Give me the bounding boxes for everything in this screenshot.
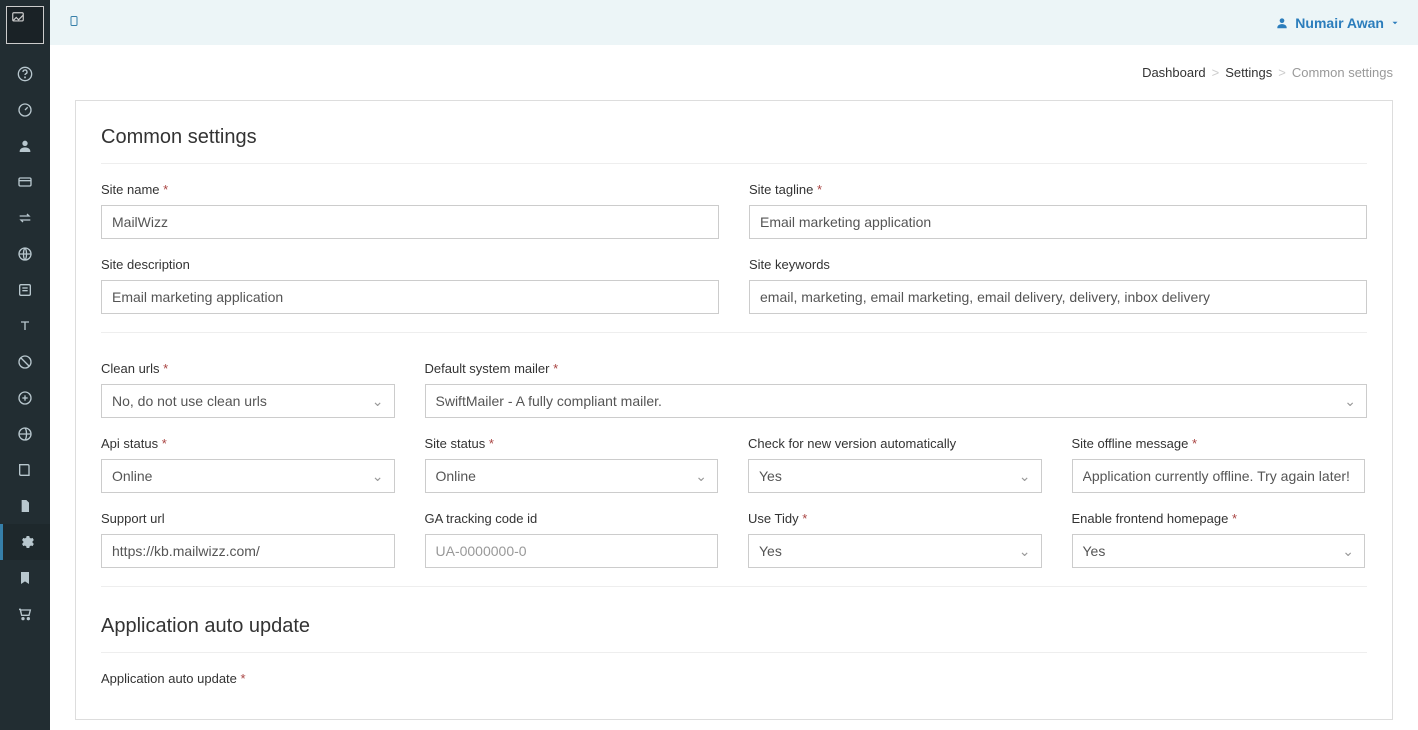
label-check-version: Check for new version automatically xyxy=(748,436,1042,451)
chevron-down-icon: ⌄ xyxy=(1019,468,1031,485)
label-ga-tracking: GA tracking code id xyxy=(425,511,719,526)
label-auto-update: Application auto update * xyxy=(101,671,1367,686)
user-name: Numair Awan xyxy=(1295,15,1384,31)
sidebar-item-globe2[interactable] xyxy=(0,416,50,452)
input-site-tagline[interactable] xyxy=(749,205,1367,239)
sidebar-item-dashboard[interactable] xyxy=(0,92,50,128)
select-use-tidy[interactable]: Yes ⌄ xyxy=(748,534,1042,568)
chevron-down-icon: ⌄ xyxy=(372,468,384,485)
sidebar-item-cart[interactable] xyxy=(0,596,50,632)
select-check-version[interactable]: Yes ⌄ xyxy=(748,459,1042,493)
chevron-down-icon: ⌄ xyxy=(695,468,707,485)
app-logo[interactable] xyxy=(6,6,44,44)
select-default-mailer[interactable]: SwiftMailer - A fully compliant mailer. … xyxy=(425,384,1368,418)
input-site-keywords[interactable] xyxy=(749,280,1367,314)
sidebar-item-book[interactable] xyxy=(0,452,50,488)
label-default-mailer: Default system mailer * xyxy=(425,361,1368,376)
section-title-auto-update: Application auto update xyxy=(101,615,1367,638)
label-offline-msg: Site offline message * xyxy=(1072,436,1366,451)
topbar: Numair Awan xyxy=(50,0,1418,45)
label-site-tagline: Site tagline * xyxy=(749,182,1367,197)
chevron-down-icon: ⌄ xyxy=(1019,543,1031,560)
label-site-name: Site name * xyxy=(101,182,719,197)
sidebar-item-help[interactable] xyxy=(0,56,50,92)
chevron-down-icon: ⌄ xyxy=(1342,543,1354,560)
chevron-down-icon: ⌄ xyxy=(372,393,384,410)
sidebar-item-card[interactable] xyxy=(0,164,50,200)
label-support-url: Support url xyxy=(101,511,395,526)
select-api-status[interactable]: Online ⌄ xyxy=(101,459,395,493)
topbar-toggle[interactable] xyxy=(68,14,80,31)
chevron-down-icon xyxy=(1390,18,1400,28)
sidebar-item-transfer[interactable] xyxy=(0,200,50,236)
input-support-url[interactable] xyxy=(101,534,395,568)
label-api-status: Api status * xyxy=(101,436,395,451)
select-clean-urls[interactable]: No, do not use clean urls ⌄ xyxy=(101,384,395,418)
sidebar-item-bookmark[interactable] xyxy=(0,560,50,596)
sidebar-item-file[interactable] xyxy=(0,488,50,524)
sidebar-item-settings[interactable] xyxy=(0,524,50,560)
sidebar-item-globe[interactable] xyxy=(0,236,50,272)
settings-panel: Common settings Site name * Site tagline… xyxy=(75,100,1393,720)
section-title-common: Common settings xyxy=(101,126,1367,149)
select-site-status[interactable]: Online ⌄ xyxy=(425,459,719,493)
sidebar-item-text[interactable] xyxy=(0,308,50,344)
sidebar-item-add[interactable] xyxy=(0,380,50,416)
input-offline-msg[interactable] xyxy=(1072,459,1366,493)
chevron-down-icon: ⌄ xyxy=(1344,393,1356,410)
sidebar-item-list[interactable] xyxy=(0,272,50,308)
sidebar-item-block[interactable] xyxy=(0,344,50,380)
label-site-description: Site description xyxy=(101,257,719,272)
sidebar xyxy=(0,0,50,730)
breadcrumb-dashboard[interactable]: Dashboard xyxy=(1142,65,1206,80)
label-site-keywords: Site keywords xyxy=(749,257,1367,272)
label-use-tidy: Use Tidy * xyxy=(748,511,1042,526)
breadcrumb: Dashboard > Settings > Common settings xyxy=(50,45,1418,100)
label-frontend-home: Enable frontend homepage * xyxy=(1072,511,1366,526)
label-clean-urls: Clean urls * xyxy=(101,361,395,376)
user-icon xyxy=(1275,16,1289,30)
input-ga-tracking[interactable] xyxy=(425,534,719,568)
breadcrumb-settings[interactable]: Settings xyxy=(1225,65,1272,80)
input-site-name[interactable] xyxy=(101,205,719,239)
select-frontend-home[interactable]: Yes ⌄ xyxy=(1072,534,1366,568)
label-site-status: Site status * xyxy=(425,436,719,451)
input-site-description[interactable] xyxy=(101,280,719,314)
sidebar-item-user[interactable] xyxy=(0,128,50,164)
user-menu[interactable]: Numair Awan xyxy=(1275,15,1400,31)
breadcrumb-current: Common settings xyxy=(1292,65,1393,80)
